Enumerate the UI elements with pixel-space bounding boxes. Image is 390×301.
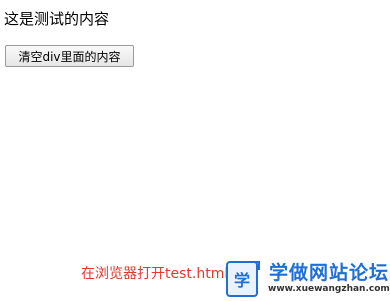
page: 这是测试的内容 清空div里面的内容 在浏览器打开test.html文件 学 学… <box>0 0 390 301</box>
watermark: 学 学做网站论坛 www.xuewangzhan.com <box>224 257 390 301</box>
watermark-logo-icon: 学 <box>226 259 262 299</box>
watermark-url: www.xuewangzhan.com <box>268 284 390 294</box>
watermark-title: 学做网站论坛 <box>269 262 390 284</box>
watermark-logo-glyph: 学 <box>234 271 250 290</box>
clear-div-button[interactable]: 清空div里面的内容 <box>5 45 134 67</box>
content-div: 这是测试的内容 <box>4 10 110 28</box>
